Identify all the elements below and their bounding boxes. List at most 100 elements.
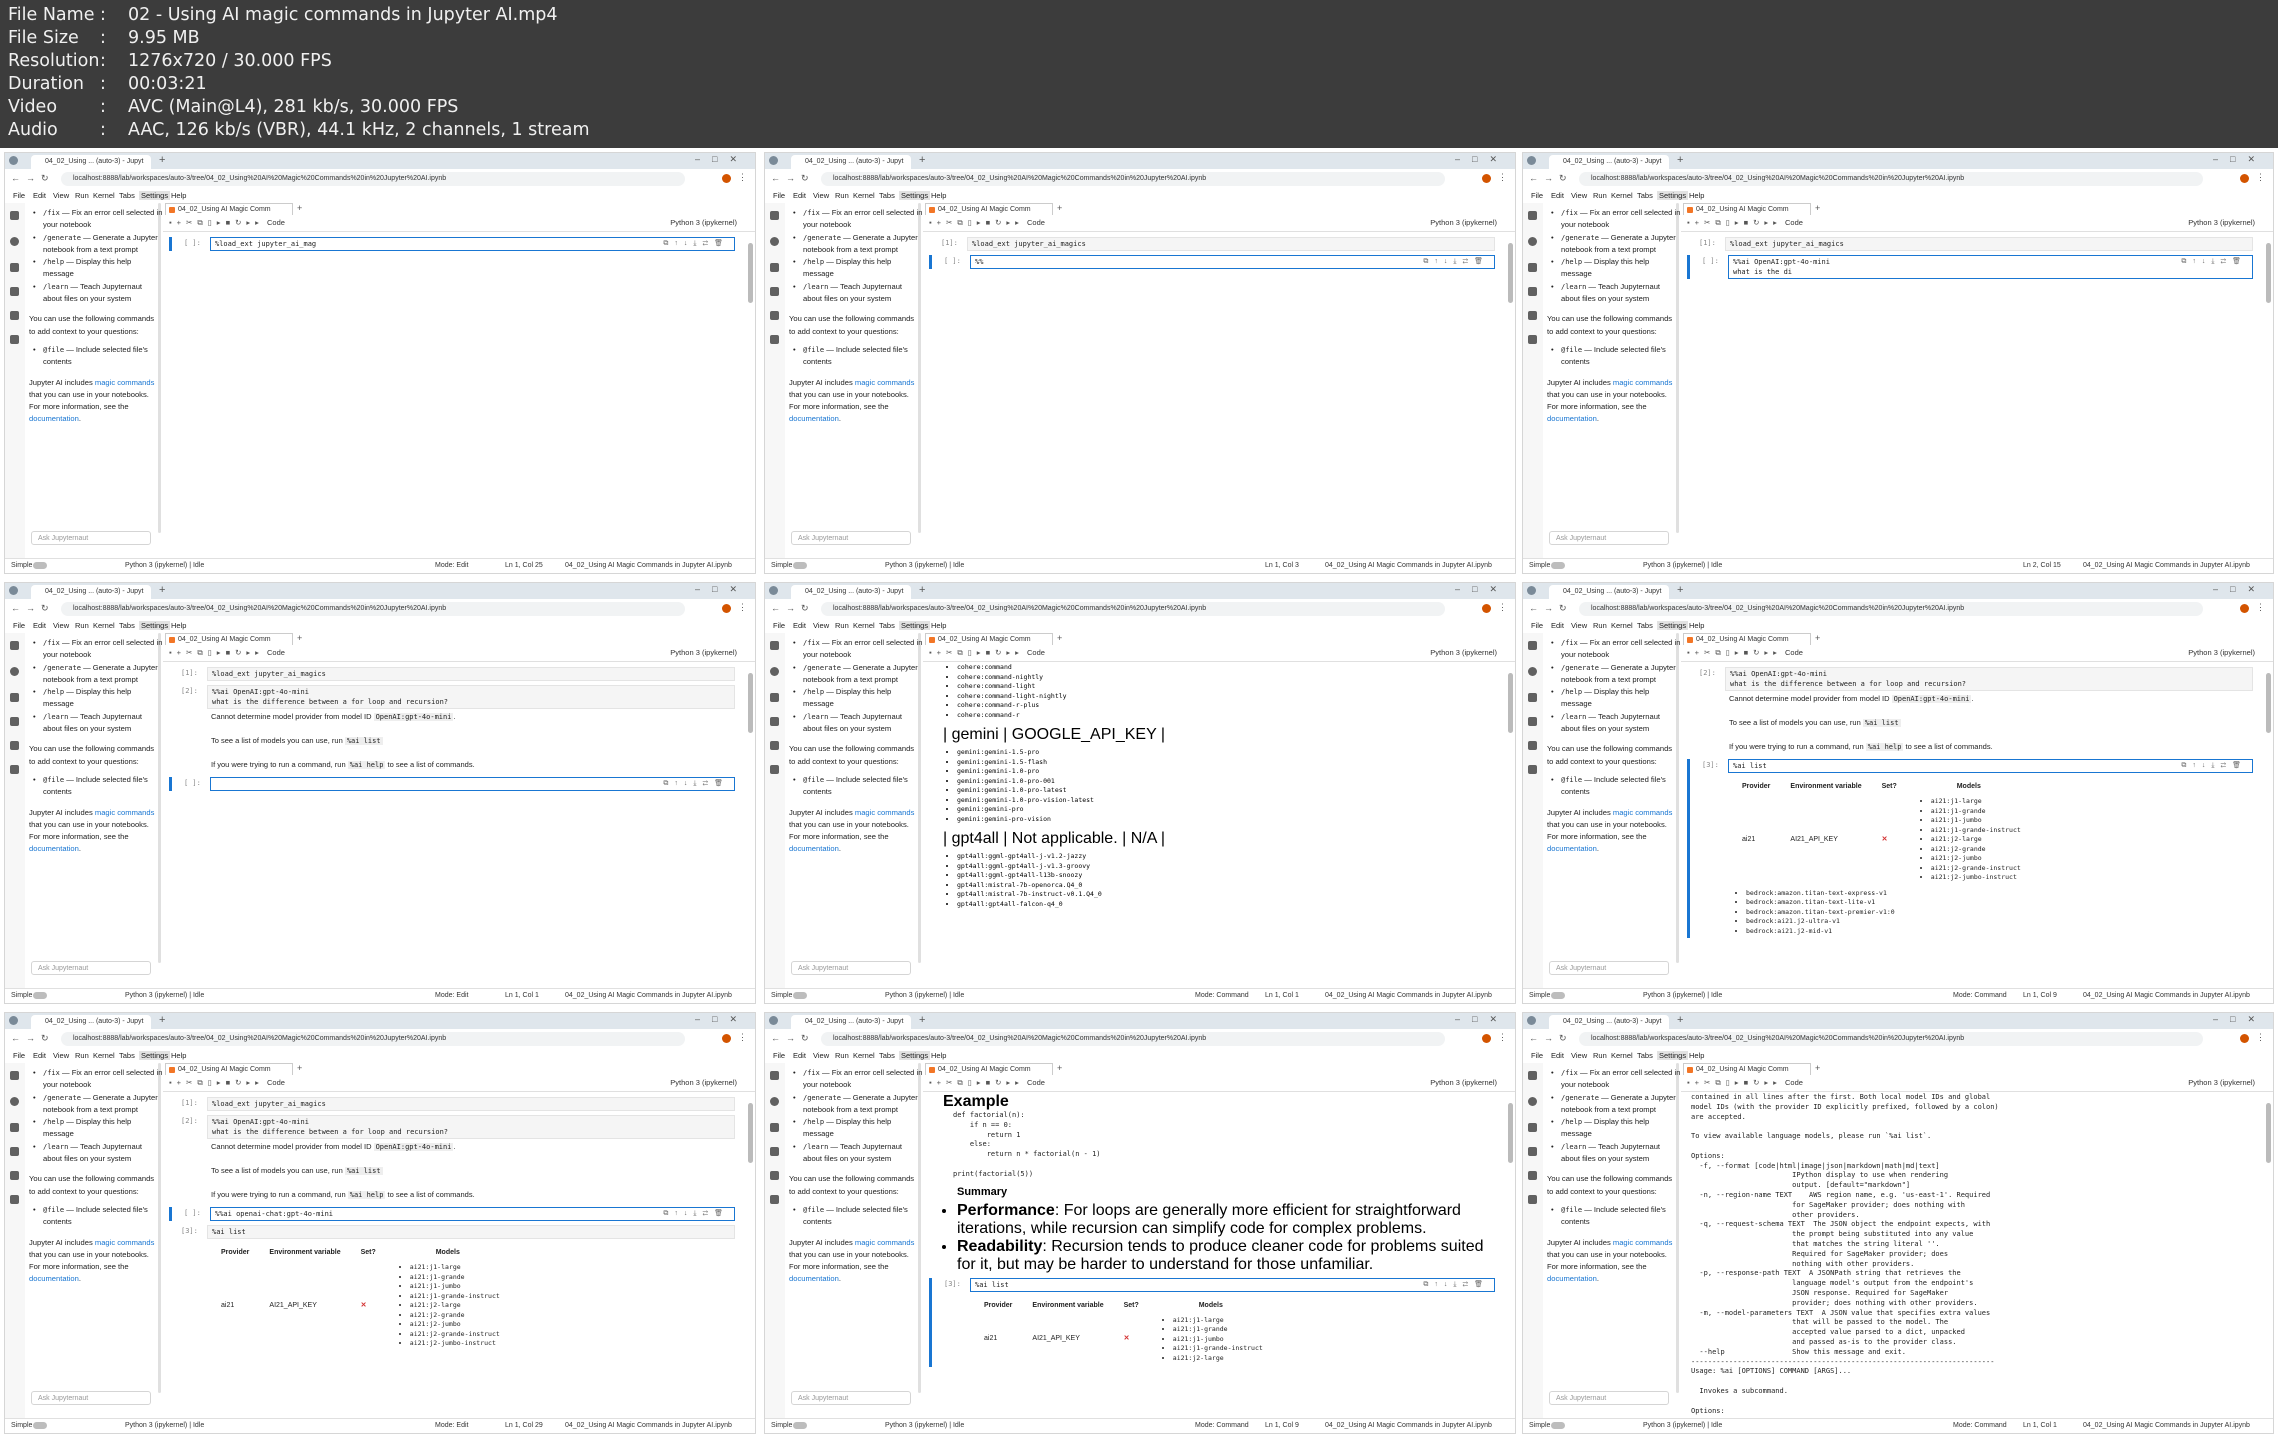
kernel-indicator[interactable]: Python 3 (ipykernel) <box>2188 648 2255 657</box>
ask-jupyternaut-input[interactable]: Ask Jupyternaut <box>1549 531 1669 545</box>
magic-commands-link[interactable]: magic commands <box>1613 378 1673 387</box>
commands-icon[interactable] <box>770 263 779 272</box>
running-icon[interactable] <box>1528 1097 1537 1106</box>
menu-kernel[interactable]: Kernel <box>1611 1051 1633 1060</box>
menu-edit[interactable]: Edit <box>793 1051 806 1060</box>
new-tab-icon[interactable]: + <box>159 154 165 166</box>
more-icon[interactable]: ⋮ <box>738 602 747 613</box>
simple-toggle[interactable] <box>793 992 807 999</box>
menu-settings[interactable]: Settings <box>1657 191 1689 200</box>
toolbar-icons[interactable]: ▪+✂⧉▯▸■↻▸▸ <box>929 1078 1024 1088</box>
menu-edit[interactable]: Edit <box>1551 621 1564 630</box>
nav-arrows-icon[interactable]: ←→↻ <box>11 173 55 184</box>
url-field[interactable]: localhost:8888/lab/workspaces/auto-3/tre… <box>1579 602 2203 616</box>
menu-run[interactable]: Run <box>1593 191 1607 200</box>
notebook-cell[interactable]: [3]: %ai list ⧉↑↓⤓⇄🗑 Provider Environment va… <box>1687 759 2253 938</box>
menu-help[interactable]: Help <box>931 1051 946 1060</box>
more-icon[interactable]: ⋮ <box>738 1032 747 1043</box>
menu-view[interactable]: View <box>813 191 829 200</box>
kernel-indicator[interactable]: Python 3 (ipykernel) <box>670 648 737 657</box>
folder-icon[interactable] <box>10 641 19 650</box>
cell-toolbar-icons[interactable]: ⧉↑↓⤓⇄🗑 <box>2181 761 2247 770</box>
toc-icon[interactable] <box>10 311 19 320</box>
toolbar-icons[interactable]: ▪+✂⧉▯▸■↻▸▸ <box>1687 1078 1782 1088</box>
menu-kernel[interactable]: Kernel <box>1611 621 1633 630</box>
magic-commands-link[interactable]: magic commands <box>855 1238 915 1247</box>
chat-icon[interactable] <box>1528 1195 1537 1204</box>
commands-icon[interactable] <box>10 1123 19 1132</box>
notebook-scrollbar[interactable] <box>2266 673 2271 733</box>
cell-type-select[interactable]: Code <box>267 1078 285 1087</box>
nav-arrows-icon[interactable]: ←→↻ <box>771 1033 815 1044</box>
menu-tabs[interactable]: Tabs <box>1637 191 1653 200</box>
cell-type-select[interactable]: Code <box>1785 648 1803 657</box>
menu-file[interactable]: File <box>773 621 785 630</box>
notebook-tab[interactable]: 04_02_Using AI Magic Comm <box>925 633 1053 645</box>
add-tab-icon[interactable]: + <box>297 633 302 643</box>
menu-view[interactable]: View <box>1571 621 1587 630</box>
commands-icon[interactable] <box>1528 263 1537 272</box>
cell-type-select[interactable]: Code <box>267 648 285 657</box>
menu-edit[interactable]: Edit <box>793 621 806 630</box>
extensions-icon[interactable] <box>1528 1147 1537 1156</box>
ask-jupyternaut-input[interactable]: Ask Jupyternaut <box>791 1391 911 1405</box>
add-tab-icon[interactable]: + <box>1057 633 1062 643</box>
simple-toggle[interactable] <box>33 1422 47 1429</box>
ask-jupyternaut-input[interactable]: Ask Jupyternaut <box>1549 1391 1669 1405</box>
cell-input[interactable]: %%ai OpenAI:gpt-4o-mini what is the diff… <box>1725 667 2253 691</box>
menu-file[interactable]: File <box>773 191 785 200</box>
cell-toolbar-icons[interactable]: ⧉↑↓⤓⇄🗑 <box>663 239 729 248</box>
window-controls-icon[interactable]: –□✕ <box>695 1014 749 1025</box>
menu-help[interactable]: Help <box>171 621 186 630</box>
menu-run[interactable]: Run <box>1593 1051 1607 1060</box>
toc-icon[interactable] <box>770 741 779 750</box>
chat-icon[interactable] <box>10 1195 19 1204</box>
more-icon[interactable]: ⋮ <box>2256 602 2265 613</box>
menu-edit[interactable]: Edit <box>793 191 806 200</box>
notebook-scrollbar[interactable] <box>748 1103 753 1163</box>
simple-toggle[interactable] <box>1551 1422 1565 1429</box>
magic-commands-link[interactable]: magic commands <box>855 808 915 817</box>
notebook-scrollbar[interactable] <box>1508 243 1513 303</box>
kernel-indicator[interactable]: Python 3 (ipykernel) <box>670 218 737 227</box>
notebook-cell[interactable]: [ ]: %%ai OpenAI:gpt-4o-mini what is the … <box>1687 255 2253 279</box>
menu-kernel[interactable]: Kernel <box>93 1051 115 1060</box>
more-icon[interactable]: ⋮ <box>738 172 747 183</box>
menu-edit[interactable]: Edit <box>33 191 46 200</box>
menu-view[interactable]: View <box>1571 1051 1587 1060</box>
browser-tab[interactable]: 04_02_Using ... (auto-3) - Jupyt <box>1549 155 1669 169</box>
new-tab-icon[interactable]: + <box>919 1014 925 1026</box>
window-controls-icon[interactable]: –□✕ <box>2213 584 2267 595</box>
add-tab-icon[interactable]: + <box>297 1063 302 1073</box>
menu-view[interactable]: View <box>1571 191 1587 200</box>
folder-icon[interactable] <box>770 211 779 220</box>
window-controls-icon[interactable]: –□✕ <box>1455 154 1509 165</box>
menu-tabs[interactable]: Tabs <box>879 191 895 200</box>
new-tab-icon[interactable]: + <box>919 154 925 166</box>
menu-edit[interactable]: Edit <box>1551 1051 1564 1060</box>
running-icon[interactable] <box>10 1097 19 1106</box>
menu-tabs[interactable]: Tabs <box>119 621 135 630</box>
cell-type-select[interactable]: Code <box>267 218 285 227</box>
cell-toolbar-icons[interactable]: ⧉↑↓⤓⇄🗑 <box>663 779 729 788</box>
browser-tab[interactable]: 04_02_Using ... (auto-3) - Jupyt <box>791 585 911 599</box>
cell-type-select[interactable]: Code <box>1027 648 1045 657</box>
cell-type-select[interactable]: Code <box>1785 218 1803 227</box>
notebook-scrollbar[interactable] <box>2266 1103 2271 1163</box>
documentation-link[interactable]: documentation <box>789 844 839 853</box>
notebook-cell[interactable]: [ ]: %load_ext jupyter_ai_mag ⧉↑↓⤓⇄🗑 <box>169 237 735 251</box>
toc-icon[interactable] <box>770 311 779 320</box>
new-tab-icon[interactable]: + <box>1677 1014 1683 1026</box>
ask-jupyternaut-input[interactable]: Ask Jupyternaut <box>1549 961 1669 975</box>
new-tab-icon[interactable]: + <box>919 584 925 596</box>
notebook-scrollbar[interactable] <box>1508 673 1513 733</box>
simple-toggle[interactable] <box>1551 562 1565 569</box>
url-field[interactable]: localhost:8888/lab/workspaces/auto-3/tre… <box>821 602 1445 616</box>
browser-tab[interactable]: 04_02_Using ... (auto-3) - Jupyt <box>31 585 151 599</box>
folder-icon[interactable] <box>770 1071 779 1080</box>
toolbar-icons[interactable]: ▪+✂⧉▯▸■↻▸▸ <box>169 648 264 658</box>
notebook-cell[interactable]: [ ]:%% ⧉↑↓⤓⇄🗑 <box>929 255 1495 269</box>
simple-toggle[interactable] <box>793 1422 807 1429</box>
menu-file[interactable]: File <box>1531 621 1543 630</box>
cell-type-select[interactable]: Code <box>1785 1078 1803 1087</box>
